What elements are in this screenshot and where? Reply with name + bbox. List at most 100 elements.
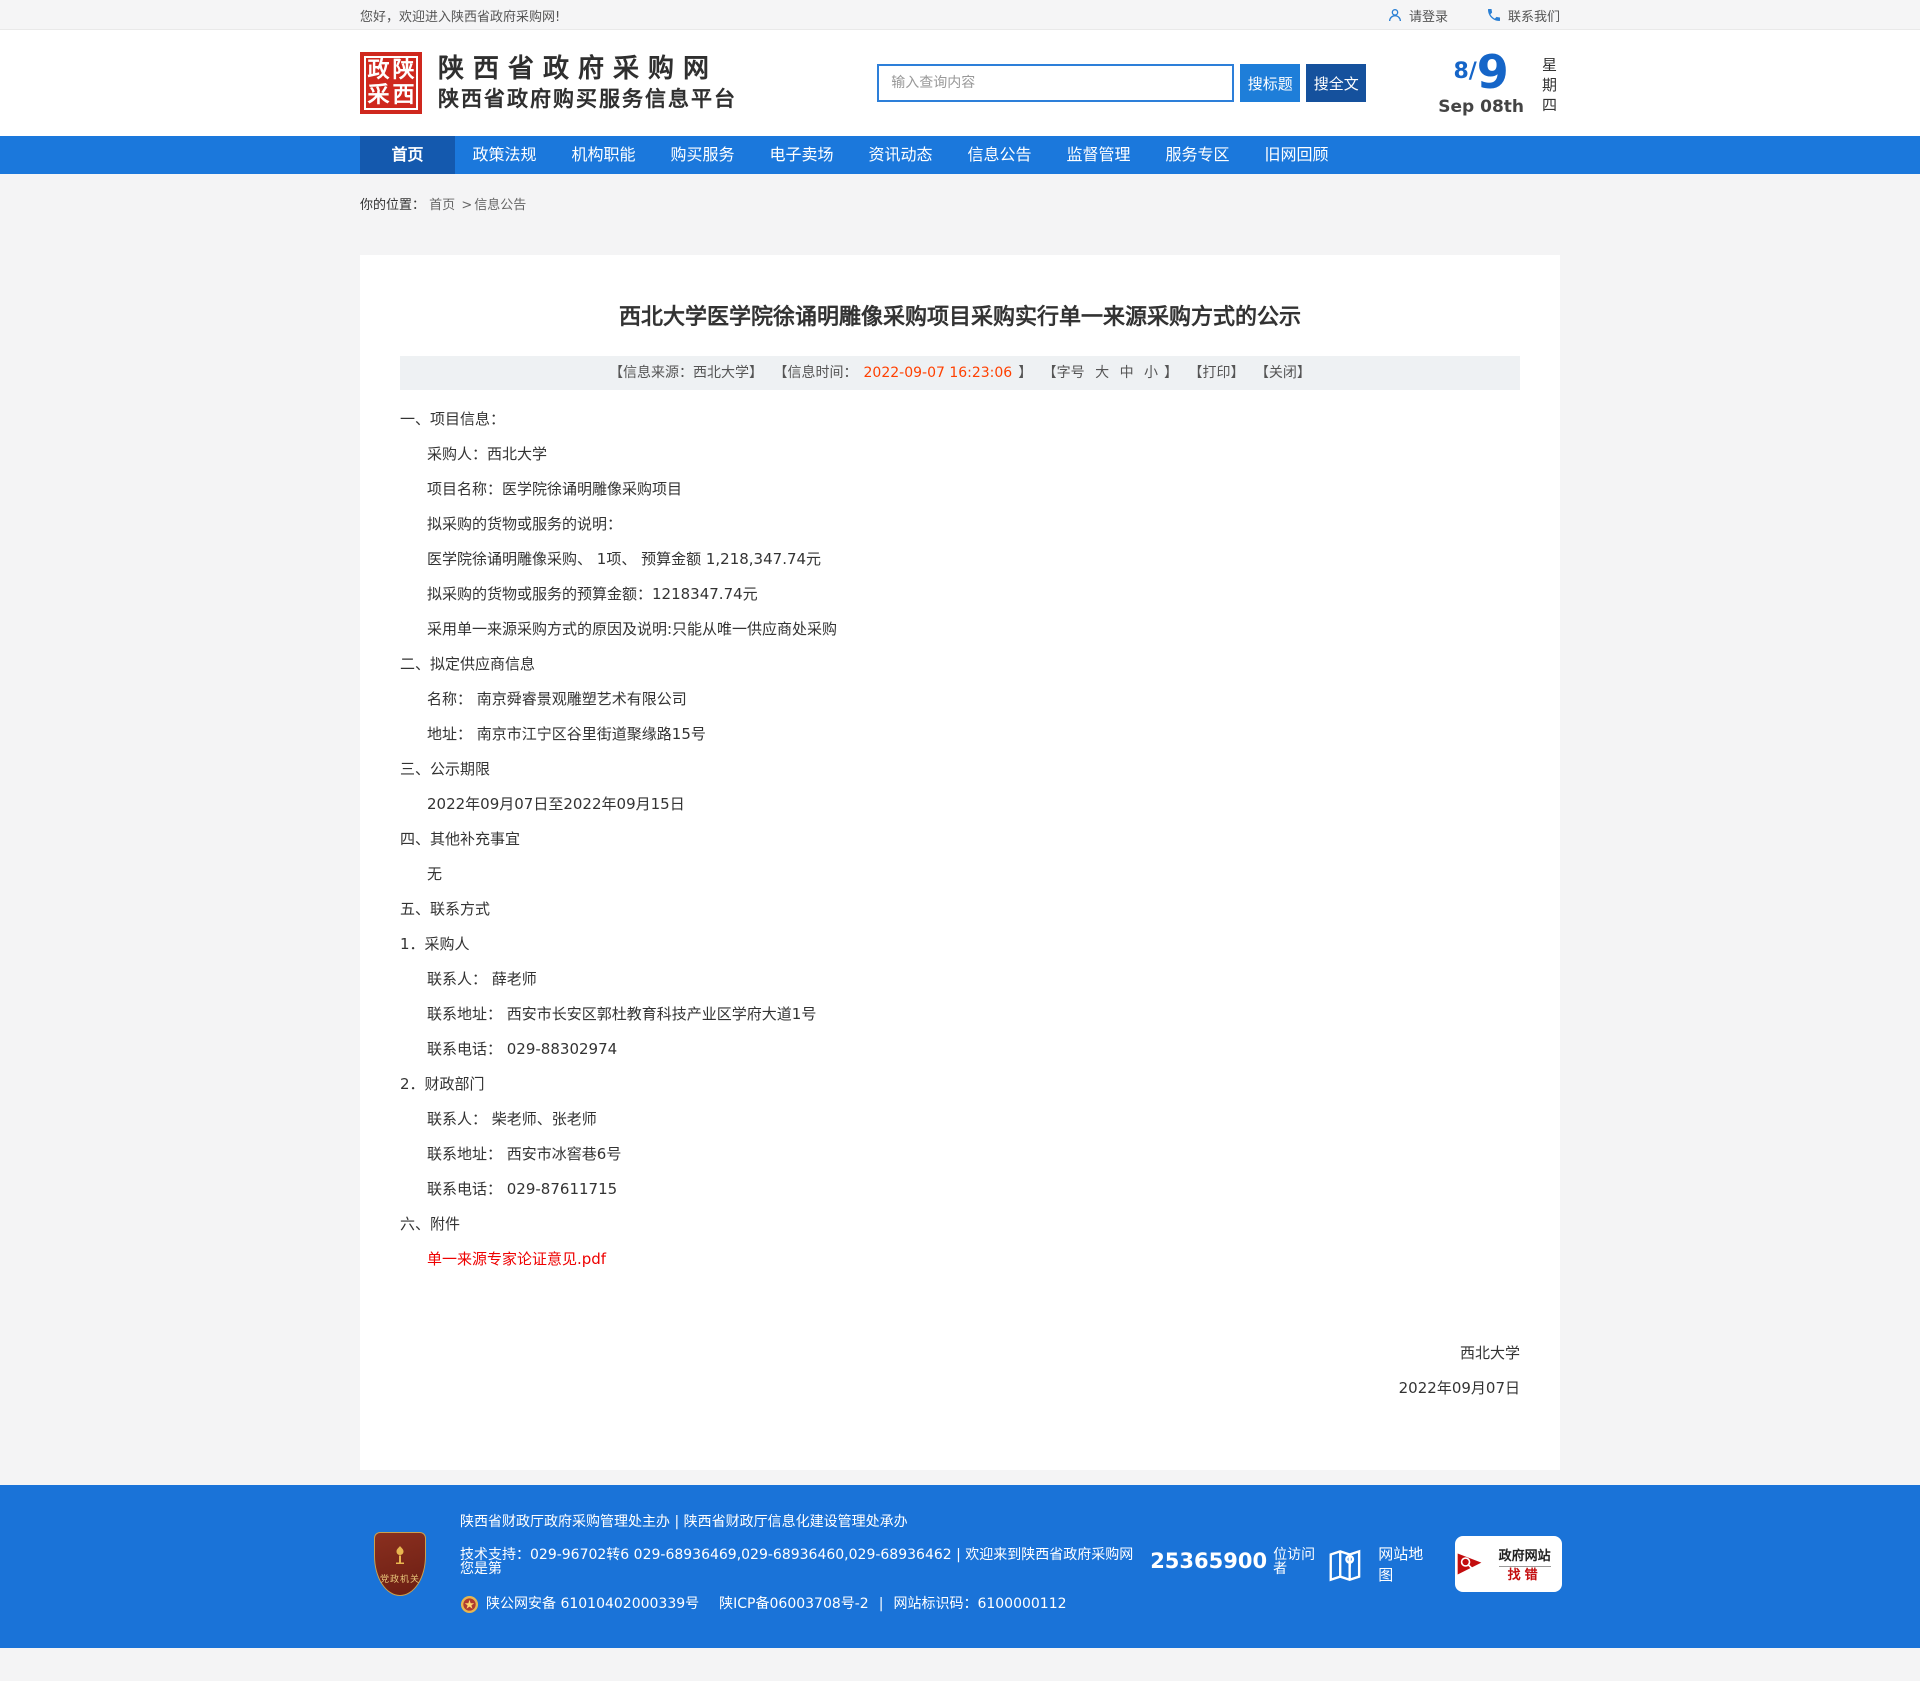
top-utility-bar: 您好，欢迎进入陕西省政府采购网! 请登录 联系我们 [0, 0, 1920, 30]
contact-link[interactable]: 联系我们 [1486, 6, 1560, 25]
breadcrumb-current-link[interactable]: 信息公告 [474, 198, 526, 213]
fontsize-small-button[interactable]: 小 [1144, 365, 1158, 381]
search-title-button[interactable]: 搜标题 [1240, 64, 1300, 102]
nav-item-announcements[interactable]: 信息公告 [950, 136, 1049, 174]
nav-item-policies[interactable]: 政策法规 [455, 136, 554, 174]
body-line: 无 [400, 863, 1520, 885]
main-nav: 首页 政策法规 机构职能 购买服务 电子卖场 资讯动态 信息公告 监督管理 服务… [0, 136, 1920, 174]
contact-label: 联系我们 [1508, 6, 1560, 25]
footer-beian-line: 陕公网安备 61010402000339号 陕ICP备06003708号-2 |… [460, 1595, 1326, 1614]
section-heading: 三、公示期限 [400, 758, 1520, 780]
breadcrumb-separator: > [461, 198, 472, 213]
meta-time-suffix: 】 [1018, 365, 1032, 381]
nav-item-supervision[interactable]: 监督管理 [1049, 136, 1148, 174]
body-line: 2022年09月07日至2022年09月15日 [400, 793, 1520, 815]
signature-org: 西北大学 [400, 1342, 1520, 1364]
search-area: 搜标题 搜全文 [877, 64, 1366, 102]
section-heading: 四、其他补充事宜 [400, 828, 1520, 850]
site-logo[interactable]: 政 陕 采 西 陕西省政府采购网 陕西省政府购买服务信息平台 [360, 52, 737, 114]
close-button[interactable]: 【关闭】 [1255, 365, 1311, 381]
breadcrumb: 你的位置： 首页 >信息公告 [360, 174, 1560, 240]
logo-seal-icon: 政 陕 采 西 [360, 52, 422, 114]
fontsize-medium-button[interactable]: 中 [1120, 365, 1134, 381]
date-weekday: 星期四 [1542, 49, 1560, 115]
site-title: 陕西省政府采购网 [438, 53, 737, 86]
meta-source: 【信息来源：西北大学】 [609, 365, 763, 381]
body-line: 采用单一来源采购方式的原因及说明:只能从唯一供应商处采购 [400, 618, 1520, 640]
user-icon [1387, 7, 1403, 23]
fontsize-large-button[interactable]: 大 [1095, 365, 1109, 381]
date-day-small: 8 [1453, 59, 1468, 84]
search-input[interactable] [877, 64, 1234, 102]
article-title: 西北大学医学院徐诵明雕像采购项目采购实行单一来源采购方式的公示 [360, 255, 1560, 334]
search-fulltext-button[interactable]: 搜全文 [1306, 64, 1366, 102]
body-line: 联系人： 薛老师 [400, 968, 1520, 990]
nav-item-old-site[interactable]: 旧网回顾 [1247, 136, 1346, 174]
meta-fontsize-prefix: 【字号 [1043, 365, 1085, 381]
article-signature: 西北大学 2022年09月07日 [400, 1342, 1520, 1399]
meta-time-value: 2022-09-07 16:23:06 [864, 365, 1013, 381]
nav-item-service-zone[interactable]: 服务专区 [1148, 136, 1247, 174]
sitemap-label: 网站地图 [1378, 1543, 1435, 1585]
body-line: 联系人： 柴老师、张老师 [400, 1108, 1520, 1130]
footer-organizer-line: 陕西省财政厅政府采购管理处主办 | 陕西省财政厅信息化建设管理处承办 [460, 1515, 1326, 1529]
body-line: 联系电话： 029-87611715 [400, 1178, 1520, 1200]
site-subtitle: 陕西省政府购买服务信息平台 [438, 86, 737, 113]
error-report-logo-icon [1457, 1549, 1483, 1579]
signature-date: 2022年09月07日 [400, 1377, 1520, 1399]
phone-icon [1486, 7, 1502, 23]
date-english: Sep 08th [1438, 97, 1524, 117]
nav-item-functions[interactable]: 机构职能 [554, 136, 653, 174]
seal-char: 西 [392, 85, 414, 107]
website-error-report-badge[interactable]: 政府网站 找错 [1457, 1538, 1560, 1590]
sitemap-link[interactable]: 网站地图 [1326, 1543, 1435, 1585]
footer-support-line: 技术支持：029-96702转6 029-68936469,029-689364… [460, 1548, 1326, 1576]
seal-char: 采 [367, 85, 389, 107]
date-day-big: 9 [1477, 45, 1509, 99]
section-heading: 二、拟定供应商信息 [400, 653, 1520, 675]
body-line: 拟采购的货物或服务的预算金额：1218347.74元 [400, 583, 1520, 605]
seal-char: 政 [367, 60, 389, 82]
nav-item-purchase-services[interactable]: 购买服务 [653, 136, 752, 174]
body-line: 拟采购的货物或服务的说明： [400, 513, 1520, 535]
section-heading: 一、项目信息： [400, 408, 1520, 430]
breadcrumb-home-link[interactable]: 首页 [429, 198, 455, 213]
welcome-text: 您好，欢迎进入陕西省政府采购网! [360, 6, 560, 25]
error-badge-line1: 政府网站 [1499, 1549, 1551, 1567]
date-slash: / [1469, 59, 1477, 84]
site-header: 政 陕 采 西 陕西省政府采购网 陕西省政府购买服务信息平台 搜标题 搜全文 8… [0, 30, 1920, 136]
icp-beian-link[interactable]: 陕ICP备06003708号-2 [719, 1597, 869, 1611]
attachment-pdf-link[interactable]: 单一来源专家论证意见.pdf [427, 1250, 606, 1268]
error-badge-line2: 找错 [1508, 1566, 1542, 1583]
site-footer: 党政机关 陕西省财政厅政府采购管理处主办 | 陕西省财政厅信息化建设管理处承办 … [0, 1485, 1920, 1648]
login-label: 请登录 [1409, 6, 1448, 25]
emblem-label: 党政机关 [380, 1572, 420, 1585]
footer-pipe: | [879, 1597, 884, 1611]
article-meta-bar: 【信息来源：西北大学】 【信息时间： 2022-09-07 16:23:06 】 【… [400, 356, 1520, 390]
body-line: 采购人：西北大学 [400, 443, 1520, 465]
body-line: 项目名称：医学院徐诵明雕像采购项目 [400, 478, 1520, 500]
visitor-counter: 25365900 [1150, 1551, 1267, 1572]
page-bottom-strip [0, 1648, 1920, 1681]
police-badge-icon [460, 1595, 479, 1614]
body-line: 地址： 南京市江宁区谷里街道聚缘路15号 [400, 723, 1520, 745]
login-link[interactable]: 请登录 [1387, 6, 1448, 25]
nav-item-news[interactable]: 资讯动态 [851, 136, 950, 174]
police-beian-link[interactable]: 陕公网安备 61010402000339号 [486, 1597, 699, 1611]
section-heading: 五、联系方式 [400, 898, 1520, 920]
body-line: 名称： 南京舜睿景观雕塑艺术有限公司 [400, 688, 1520, 710]
print-button[interactable]: 【打印】 [1188, 365, 1244, 381]
article-body: 一、项目信息： 采购人：西北大学 项目名称：医学院徐诵明雕像采购项目 拟采购的货… [360, 390, 1560, 1399]
sub-heading: 2．财政部门 [400, 1073, 1520, 1095]
party-government-emblem-icon: 党政机关 [374, 1532, 426, 1596]
date-widget: 8/9 Sep 08th 星期四 [1438, 49, 1560, 117]
site-code-text: 网站标识码：6100000112 [893, 1597, 1066, 1611]
nav-item-e-market[interactable]: 电子卖场 [752, 136, 851, 174]
body-line: 联系电话： 029-88302974 [400, 1038, 1520, 1060]
meta-fontsize-suffix: 】 [1164, 365, 1178, 381]
meta-time-prefix: 【信息时间： [774, 365, 858, 381]
body-line: 联系地址： 西安市长安区郭杜教育科技产业区学府大道1号 [400, 1003, 1520, 1025]
sitemap-icon [1326, 1544, 1364, 1584]
section-heading: 六、附件 [400, 1213, 1520, 1235]
nav-item-home[interactable]: 首页 [360, 136, 455, 174]
